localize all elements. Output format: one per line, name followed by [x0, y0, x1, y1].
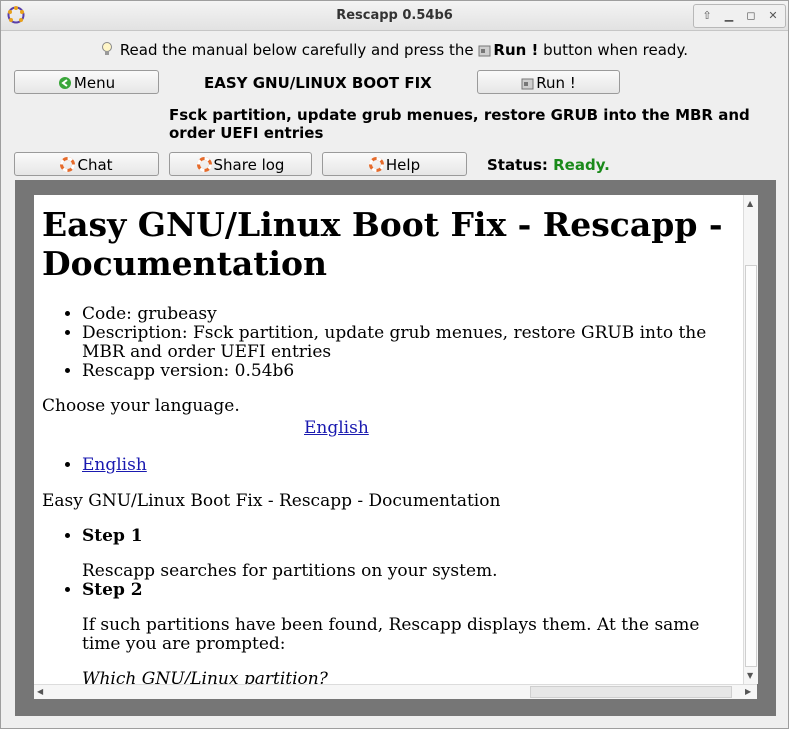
scroll-right-icon[interactable]: ▶	[745, 687, 751, 696]
documentation-frame: Easy GNU/Linux Boot Fix - Rescapp - Docu…	[15, 180, 776, 716]
horizontal-scroll-thumb[interactable]	[530, 686, 732, 698]
horizontal-scrollbar[interactable]: ◀ ▶	[34, 684, 757, 699]
prompt-text: Which GNU/Linux partition?	[82, 669, 328, 685]
hint-text-after: button when ready.	[543, 41, 688, 59]
vertical-scrollbar[interactable]: ▲ ▼	[743, 195, 758, 684]
maximize-icon[interactable]: ◻	[740, 5, 762, 27]
info-item-code: Code: grubeasy	[82, 305, 742, 324]
run-button-label: Run !	[536, 74, 576, 92]
chat-button[interactable]: Chat	[14, 152, 159, 176]
lifebuoy-icon	[60, 157, 76, 172]
english-link-centered[interactable]: English	[304, 418, 369, 438]
keep-above-icon[interactable]: ⇧	[696, 5, 718, 27]
help-button-label: Help	[385, 156, 421, 174]
rescapp-window: Rescapp 0.54b6 ⇧ ▁ ◻ ✕ Read the manual b…	[0, 0, 789, 729]
doc-title: Easy GNU/Linux Boot Fix - Rescapp - Docu…	[42, 205, 723, 283]
info-list: Code: grubeasy Description: Fsck partiti…	[82, 305, 742, 381]
language-list: English	[82, 456, 147, 475]
english-link[interactable]: English	[82, 455, 147, 475]
title-bar[interactable]: Rescapp 0.54b6 ⇧ ▁ ◻ ✕	[1, 1, 788, 31]
info-item-version: Rescapp version: 0.54b6	[82, 362, 742, 381]
share-log-button-label: Share log	[213, 156, 285, 174]
share-log-button[interactable]: Share log	[169, 152, 312, 176]
command-description: Fsck partition, update grub menues, rest…	[169, 106, 750, 142]
step-item: Step 2 If such partitions have been foun…	[82, 580, 742, 685]
language-link-center: English	[304, 418, 369, 438]
scroll-left-icon[interactable]: ◀	[37, 687, 43, 696]
menu-button-label: Menu	[73, 74, 116, 92]
lifebuoy-icon	[196, 157, 212, 172]
minimize-icon[interactable]: ▁	[718, 5, 740, 27]
choose-language-text: Choose your language.	[42, 396, 240, 416]
steps-list: Step 1 Rescapp searches for partitions o…	[82, 527, 742, 685]
window-title: Rescapp 0.54b6	[336, 8, 453, 23]
instruction-hint: Read the manual below carefully and pres…	[1, 41, 788, 59]
info-item-description: Description: Fsck partition, update grub…	[82, 324, 742, 362]
lifebuoy-icon	[368, 157, 384, 172]
step-text: If such partitions have been found, Resc…	[82, 615, 700, 654]
window-controls: ⇧ ▁ ◻ ✕	[693, 4, 786, 28]
language-list-item: English	[82, 456, 147, 475]
step-item: Step 1 Rescapp searches for partitions o…	[82, 527, 742, 581]
step-title: Step 2	[82, 580, 143, 600]
doc-subtitle: Easy GNU/Linux Boot Fix - Rescapp - Docu…	[42, 491, 501, 511]
page-heading: EASY GNU/LINUX BOOT FIX	[204, 74, 432, 92]
step-title: Step 1	[82, 526, 143, 546]
run-button[interactable]: Run !	[477, 70, 620, 94]
run-icon	[521, 78, 534, 90]
hint-run-label: Run !	[493, 41, 539, 59]
help-button[interactable]: Help	[322, 152, 467, 176]
menu-back-icon	[58, 77, 71, 89]
menu-button[interactable]: Menu	[14, 70, 159, 94]
step-text: Rescapp searches for partitions on your …	[82, 561, 498, 581]
lightbulb-icon	[102, 42, 113, 55]
scroll-down-icon[interactable]: ▼	[747, 671, 753, 680]
vertical-scroll-thumb[interactable]	[745, 265, 757, 667]
status-value: Ready.	[553, 156, 610, 174]
status-label: Status:	[487, 156, 548, 174]
scroll-up-icon[interactable]: ▲	[747, 199, 753, 208]
close-icon[interactable]: ✕	[762, 5, 784, 27]
hint-text-before: Read the manual below carefully and pres…	[119, 41, 474, 59]
run-icon	[478, 45, 491, 57]
documentation-viewer[interactable]: Easy GNU/Linux Boot Fix - Rescapp - Docu…	[34, 195, 756, 684]
chat-button-label: Chat	[77, 156, 113, 174]
status-indicator: Status: Ready.	[487, 156, 610, 174]
